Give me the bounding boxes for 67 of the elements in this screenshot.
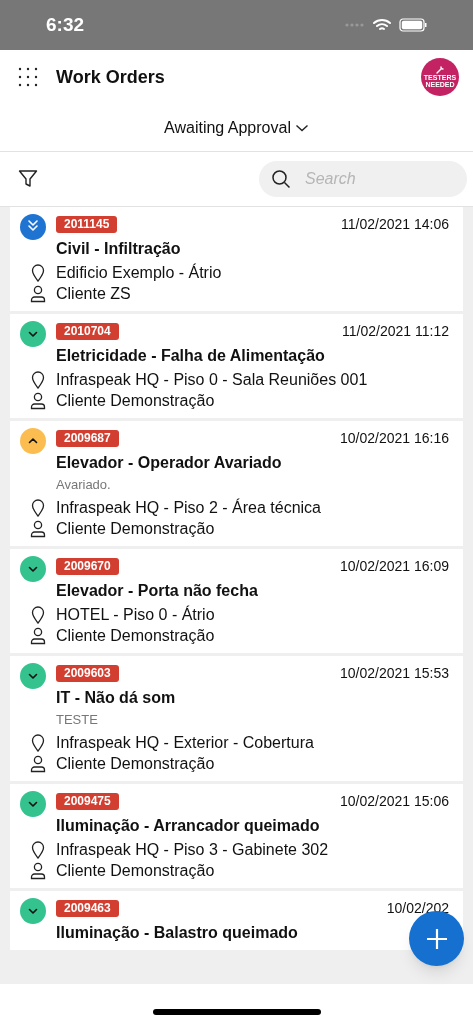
order-title: Eletricidade - Falha de Alimentação — [56, 346, 325, 366]
order-location: Infraspeak HQ - Piso 2 - Área técnica — [56, 497, 321, 518]
work-order-card[interactable]: 2009475 10/02/2021 15:06 Iluminação - Arrancador queimado Infraspeak HQ - Piso 3 - Gabinete 302 Cliente Demonstração — [10, 784, 463, 888]
order-title: Civil - Infiltração — [56, 239, 181, 259]
order-date: 10/02/2021 15:06 — [340, 791, 449, 811]
wifi-icon — [373, 18, 391, 32]
order-date: 11/02/2021 14:06 — [341, 214, 449, 234]
order-client: Cliente Demonstração — [56, 625, 215, 646]
status-time: 6:32 — [46, 12, 85, 37]
order-code-tag: 2009463 — [56, 899, 119, 917]
order-title: IT - Não dá som — [56, 688, 176, 708]
order-code-tag: 2011145 — [56, 215, 118, 233]
location-pin-icon — [31, 370, 45, 389]
order-client: Cliente Demonstração — [56, 860, 215, 881]
order-location: Edificio Exemplo - Átrio — [56, 262, 222, 283]
order-client: Cliente Demonstração — [56, 753, 215, 774]
search-field[interactable]: Search — [259, 161, 467, 197]
person-icon — [30, 754, 46, 773]
person-icon — [30, 284, 46, 303]
order-location: Infraspeak HQ - Piso 3 - Gabinete 302 — [56, 839, 329, 860]
work-order-card[interactable]: 2011145 11/02/2021 14:06 Civil - Infiltração Edificio Exemplo - Átrio Cliente ZS — [10, 207, 463, 311]
order-date: 10/02/2021 15:53 — [340, 663, 449, 683]
order-description: Avariado. — [56, 476, 112, 494]
search-icon — [271, 169, 291, 189]
order-date: 11/02/2021 11:12 — [342, 321, 449, 341]
order-description: TESTE — [56, 711, 99, 729]
work-order-card[interactable]: 2010704 11/02/2021 11:12 Eletricidade - Falha de Alimentação Infraspeak HQ - Piso 0 - Sala Reuniões 001 Cliente Demonstração — [10, 314, 463, 418]
order-title: Iluminação - Balastro queimado — [56, 923, 298, 943]
work-order-card[interactable]: 2009670 10/02/2021 16:09 Elevador - Porta não fecha HOTEL - Piso 0 - Átrio Cliente Demonstração — [10, 549, 463, 653]
signal-icon — [345, 23, 365, 27]
status-dropdown[interactable]: Awaiting Approval — [164, 115, 309, 140]
grid-menu-icon[interactable] — [18, 67, 38, 87]
wrench-icon — [436, 66, 444, 74]
person-icon — [30, 861, 46, 880]
location-pin-icon — [31, 605, 45, 624]
order-location: HOTEL - Piso 0 - Átrio — [56, 604, 215, 625]
order-code-tag: 2010704 — [56, 322, 119, 340]
person-icon — [30, 391, 46, 410]
order-code-tag: 2009670 — [56, 557, 119, 575]
location-pin-icon — [31, 263, 45, 282]
order-title: Elevador - Operador Avariado — [56, 453, 282, 473]
work-order-card[interactable]: 2009603 10/02/2021 15:53 IT - Não dá som TESTE Infraspeak HQ - Exterior - Cobertura Cliente Demonstração — [10, 656, 463, 781]
plus-icon — [425, 927, 448, 950]
order-location: Infraspeak HQ - Exterior - Cobertura — [56, 732, 314, 753]
location-pin-icon — [31, 840, 45, 859]
order-client: Cliente Demonstração — [56, 390, 215, 411]
page-title: Work Orders — [56, 65, 165, 89]
order-title: Iluminação - Arrancador queimado — [56, 816, 320, 836]
order-client: Cliente ZS — [56, 283, 131, 304]
order-date: 10/02/202 — [386, 898, 449, 918]
person-icon — [30, 519, 46, 538]
order-code-tag: 2009687 — [56, 429, 119, 447]
order-title: Elevador - Porta não fecha — [56, 581, 258, 601]
order-date: 10/02/2021 16:16 — [340, 428, 449, 448]
order-code-tag: 2009475 — [56, 792, 119, 810]
chevron-down-icon — [294, 122, 309, 133]
order-client: Cliente Demonstração — [56, 518, 215, 539]
order-date: 10/02/2021 16:09 — [340, 556, 449, 576]
location-pin-icon — [31, 498, 45, 517]
work-order-card[interactable]: 2009463 10/02/202 Iluminação - Balastro queimado — [10, 891, 463, 950]
person-icon — [30, 626, 46, 645]
order-code-tag: 2009603 — [56, 664, 119, 682]
work-order-card[interactable]: 2009687 10/02/2021 16:16 Elevador - Operador Avariado Avariado. Infraspeak HQ - Piso 2 - Área técnica Cliente Demonstração — [10, 421, 463, 546]
order-location: Infraspeak HQ - Piso 0 - Sala Reuniões 001 — [56, 369, 368, 390]
battery-icon — [399, 18, 427, 32]
filter-icon[interactable] — [18, 169, 38, 189]
location-pin-icon — [31, 733, 45, 752]
